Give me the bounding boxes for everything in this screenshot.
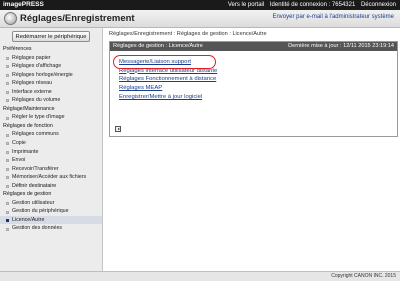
bullet-icon xyxy=(6,167,9,171)
expand-arrow-icon[interactable] xyxy=(115,126,121,132)
sidebar-item-user-management[interactable]: Gestion utilisateur xyxy=(0,199,102,208)
sidebar-menu: Préférences Réglages papier Réglages d'a… xyxy=(0,45,102,233)
sidebar-item-printer[interactable]: Imprimante xyxy=(0,148,102,157)
settings-globe-icon xyxy=(4,12,17,25)
sidebar-item-copy[interactable]: Copie xyxy=(0,139,102,148)
sidebar-section-function-settings: Réglages de fonction xyxy=(3,122,53,129)
bullet-icon xyxy=(6,56,9,60)
link-meap-settings[interactable]: Réglages MEAP xyxy=(119,84,217,93)
page-title: Réglages/Enregistrement xyxy=(20,13,135,24)
sidebar-item-device-management[interactable]: Gestion du périphérique xyxy=(0,207,102,216)
sidebar-item-external-interface[interactable]: Interface externe xyxy=(0,88,102,97)
sidebar-section-preferences: Préférences xyxy=(3,46,32,52)
bullet-icon xyxy=(6,202,9,206)
sidebar-item-label: Mémoriser/Accéder aux fichiers xyxy=(12,174,87,181)
sidebar-item-label: Réglages horloge/énergie xyxy=(12,71,73,78)
sidebar-item-label: Réglages communs xyxy=(12,131,59,138)
bullet-icon xyxy=(6,184,9,188)
sidebar-item-label: Réglages papier xyxy=(12,54,51,61)
sidebar-item-network-settings[interactable]: Réglages réseau xyxy=(0,79,102,88)
sidebar-item-label: Envoi xyxy=(12,157,26,164)
main-content: Réglages/Enregistrement : Réglages de ge… xyxy=(104,28,400,271)
link-remote-operation-settings[interactable]: Réglages Fonctionnement à distance xyxy=(119,75,217,84)
sidebar-item-paper-settings[interactable]: Réglages papier xyxy=(0,54,102,63)
copyright-text: Copyright CANON INC. 2015 xyxy=(331,273,396,279)
sidebar-item-label: Réglages réseau xyxy=(12,80,53,87)
panel-title: Réglages de gestion : Licence/Autre xyxy=(113,43,203,49)
sidebar-item-timer-energy-settings[interactable]: Réglages horloge/énergie xyxy=(0,71,102,80)
sidebar-section-adjustment-maintenance: Réglage/Maintenance xyxy=(3,105,55,112)
sidebar-section-management-settings: Réglages de gestion xyxy=(3,191,52,198)
footer: Copyright CANON INC. 2015 xyxy=(0,271,400,281)
bullet-icon xyxy=(6,73,9,77)
bullet-icon xyxy=(6,210,9,214)
sidebar-item-image-type[interactable]: Régler le type d'image xyxy=(0,113,102,122)
bullet-icon xyxy=(6,150,9,154)
sidebar-item-data-management[interactable]: Gestion des données xyxy=(0,224,102,233)
breadcrumb: Réglages/Enregistrement : Réglages de ge… xyxy=(109,31,267,37)
sidebar-item-store-access-files[interactable]: Mémoriser/Accéder aux fichiers xyxy=(0,173,102,182)
sidebar-item-set-destination[interactable]: Définir destinataire xyxy=(0,182,102,191)
sidebar-item-label: Licence/Autre xyxy=(12,216,45,223)
sidebar-item-label: Gestion utilisateur xyxy=(12,199,55,206)
last-update-text: Dernière mise à jour : 12/11 2015 23:19:… xyxy=(288,43,394,49)
sidebar-item-label: Recevoir/Transférer xyxy=(12,165,59,172)
sidebar-item-label: Réglages d'affichage xyxy=(12,63,62,70)
top-bar: imagePRESS Vers le portail Identité de c… xyxy=(0,0,400,10)
sidebar-item-label: Imprimante xyxy=(12,148,39,155)
portal-link[interactable]: Vers le portail xyxy=(228,2,264,8)
sidebar-item-label: Gestion du périphérique xyxy=(12,208,69,215)
email-admin-link[interactable]: Envoyer par e-mail à l'administrateur sy… xyxy=(272,14,394,20)
top-bar-links: Vers le portail Identité de connexion : … xyxy=(228,0,396,10)
bullet-icon xyxy=(6,65,9,69)
bullet-icon xyxy=(6,227,9,231)
bullet-icon xyxy=(6,90,9,94)
bullet-icon xyxy=(6,116,9,120)
sidebar-item-label: Gestion des données xyxy=(12,225,63,232)
restart-device-button[interactable]: Redémarrer le périphérique xyxy=(12,31,90,42)
sidebar-item-label: Interface externe xyxy=(12,88,52,95)
highlight-annotation xyxy=(113,55,216,69)
bullet-icon xyxy=(6,133,9,137)
bullet-icon xyxy=(6,176,9,180)
login-id-text: Identité de connexion : 7654321 xyxy=(269,2,356,8)
panel-header: Réglages de gestion : Licence/Autre Dern… xyxy=(110,42,397,51)
sidebar-item-display-settings[interactable]: Réglages d'affichage xyxy=(0,62,102,71)
logout-link[interactable]: Déconnexion xyxy=(361,2,396,8)
bullet-icon xyxy=(6,99,9,103)
sidebar-item-volume-settings[interactable]: Réglages du volume xyxy=(0,96,102,105)
sidebar-item-send[interactable]: Envoi xyxy=(0,156,102,165)
bullet-icon xyxy=(6,159,9,163)
brand-name: imagePRESS xyxy=(3,1,44,8)
sidebar-item-common-settings[interactable]: Réglages communs xyxy=(0,130,102,139)
sidebar-item-label: Réglages du volume xyxy=(12,97,61,104)
sidebar-item-license-other[interactable]: Licence/Autre xyxy=(0,215,102,225)
sidebar-item-receive-forward[interactable]: Recevoir/Transférer xyxy=(0,165,102,174)
sidebar-item-label: Régler le type d'image xyxy=(12,114,65,121)
settings-links: Messagerie/Liaison support Réglages inte… xyxy=(113,55,217,102)
settings-panel: Réglages de gestion : Licence/Autre Dern… xyxy=(109,41,398,137)
link-register-update-software[interactable]: Enregistrer/Mettre à jour logiciel xyxy=(119,93,217,102)
remote-ui-window: imagePRESS Vers le portail Identité de c… xyxy=(0,0,400,281)
sidebar-item-label: Définir destinataire xyxy=(12,182,57,189)
page-header: Réglages/Enregistrement Envoyer par e-ma… xyxy=(0,10,400,28)
bullet-icon xyxy=(6,219,9,223)
bullet-icon xyxy=(6,82,9,86)
sidebar-item-label: Copie xyxy=(12,140,26,147)
sidebar: Redémarrer le périphérique Préférences R… xyxy=(0,28,103,271)
bullet-icon xyxy=(6,142,9,146)
